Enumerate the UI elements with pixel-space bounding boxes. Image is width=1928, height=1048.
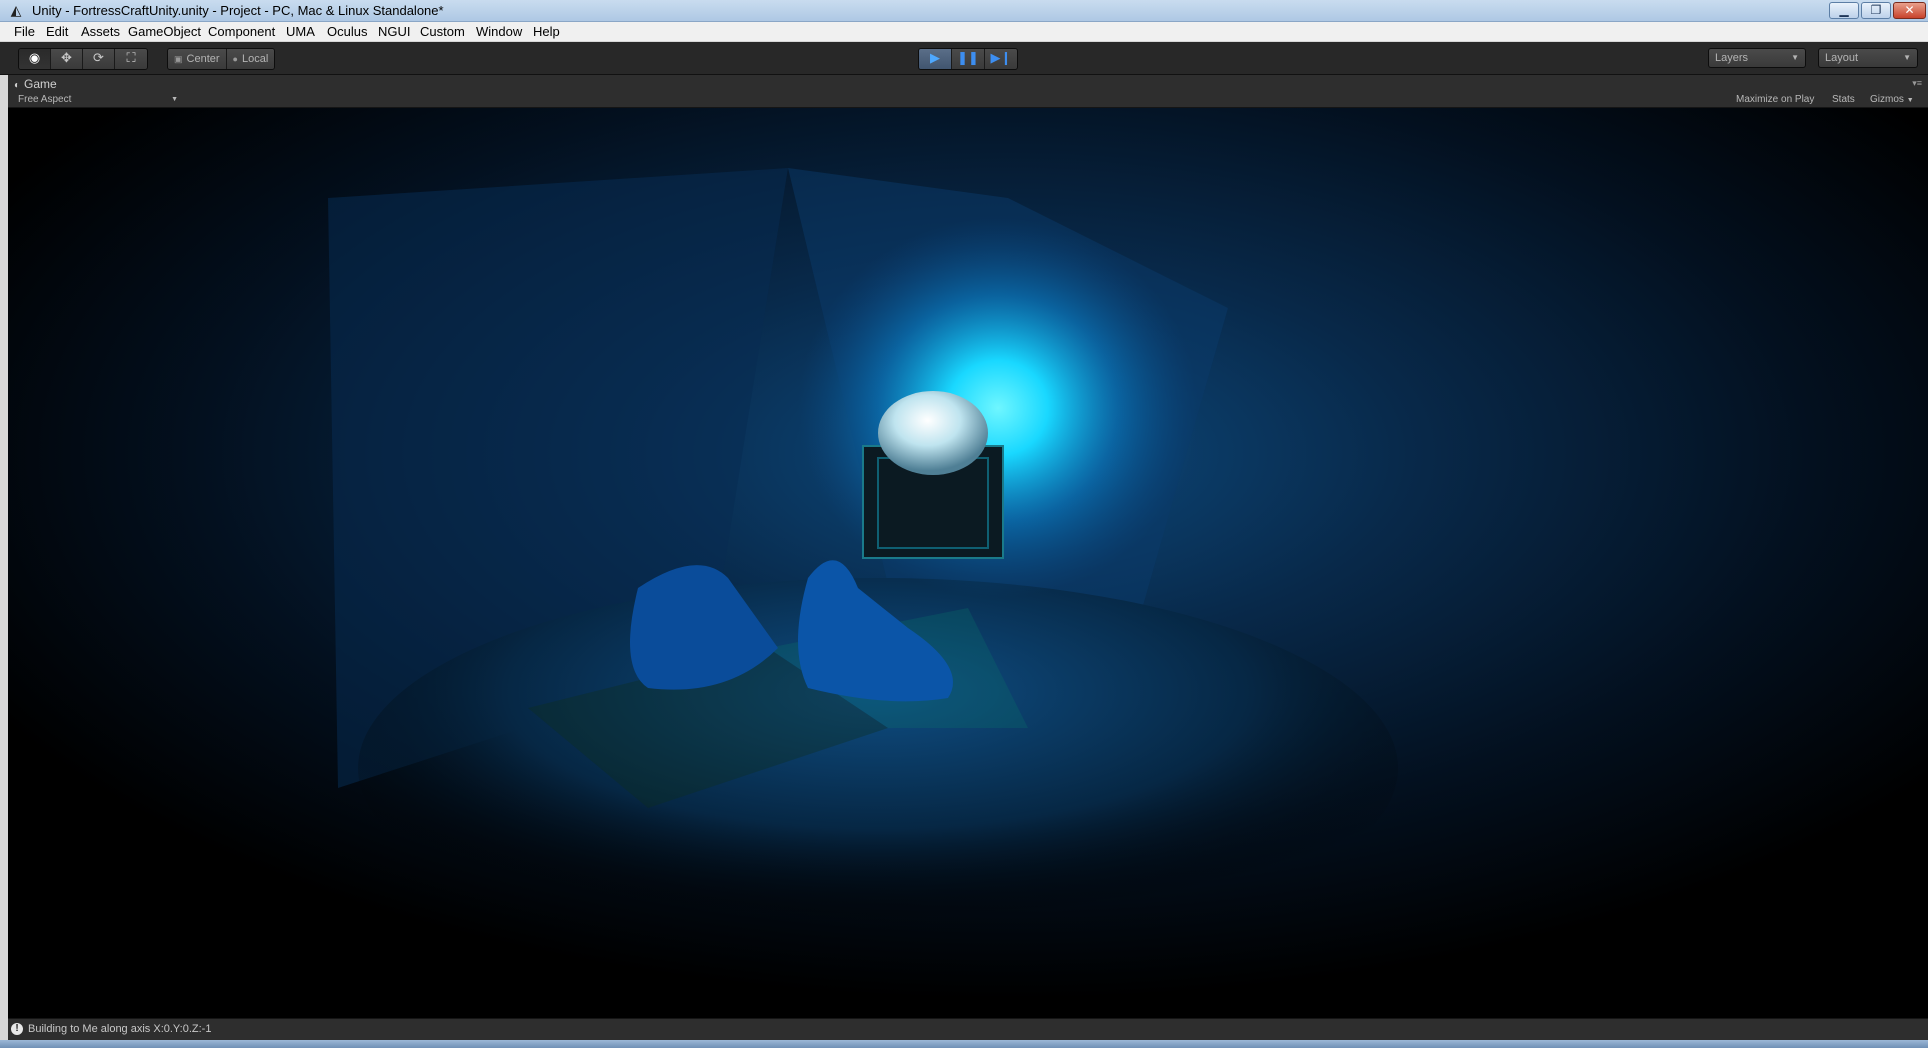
game-tab-icon: ◐ [14,80,21,91]
gizmos-dropdown[interactable]: Gizmos ▼ [1870,94,1914,107]
left-strip [0,75,8,1040]
toolbar: ◉ ✥ ⟳ ⛶ ▣ Center ● Local ▶ ❚❚ ▶❙ Layers ▼ … [0,42,1928,75]
chevron-down-icon: ▼ [171,96,178,103]
pivot-local-icon: ● [232,54,238,64]
scale-icon[interactable]: ⛶ [115,49,147,69]
layout-label: Layout [1825,52,1859,64]
gizmos-label: Gizmos [1870,94,1904,105]
minimize-button[interactable]: ▁ [1829,2,1859,19]
aspect-label: Free Aspect [18,94,72,105]
menu-component[interactable]: Component [208,24,275,39]
tab-game-label: Game [24,77,57,91]
os-taskbar [0,1040,1928,1048]
layers-dropdown[interactable]: Layers ▼ [1708,48,1806,68]
close-button[interactable]: ✕ [1893,2,1926,19]
title-bar: ◭ Unity - FortressCraftUnity.unity - Pro… [0,0,1928,22]
transform-tools: ◉ ✥ ⟳ ⛶ [18,48,148,70]
menu-assets[interactable]: Assets [81,24,120,39]
menu-help[interactable]: Help [533,24,560,39]
pivot-center-label: Center [186,53,220,65]
pivot-local-label: Local [241,53,269,65]
menu-uma[interactable]: UMA [286,24,315,39]
game-view[interactable] [8,108,1928,1018]
chevron-down-icon: ▼ [1906,97,1914,104]
menu-oculus[interactable]: Oculus [327,24,367,39]
layout-dropdown[interactable]: Layout ▼ [1818,48,1918,68]
menu-edit[interactable]: Edit [46,24,68,39]
pause-icon[interactable]: ❚❚ [952,49,985,69]
play-controls: ▶ ❚❚ ▶❙ [918,48,1018,70]
menu-window[interactable]: Window [476,24,522,39]
game-panel-header: ◐ Game Free Aspect ▼ ▾≡ Maximize on Play … [8,75,1928,108]
pivot-toggles: ▣ Center ● Local [167,48,276,70]
pivot-center-icon: ▣ [174,54,183,64]
status-message: Building to Me along axis X:0.Y:0.Z:-1 [28,1023,212,1035]
menu-gameobject[interactable]: GameObject [128,24,201,39]
eye-icon[interactable]: ◉ [19,49,51,69]
machine-dome [878,391,988,475]
chevron-down-icon: ▼ [1903,53,1911,62]
menu-ngui[interactable]: NGUI [378,24,411,39]
chevron-down-icon: ▼ [1791,53,1799,62]
layers-label: Layers [1715,52,1749,64]
play-icon[interactable]: ▶ [919,49,952,69]
pivot-local-button[interactable]: ● Local [226,49,275,69]
panel-menu-icon[interactable]: ▾≡ [1912,78,1922,89]
menu-custom[interactable]: Custom [420,24,465,39]
window-title: Unity - FortressCraftUnity.unity - Proje… [32,3,444,18]
scene-render [8,108,1928,1018]
menu-file[interactable]: File [14,24,35,39]
pivot-center-button[interactable]: ▣ Center [168,49,227,69]
rotate-icon[interactable]: ⟳ [83,49,115,69]
tab-game[interactable]: ◐ Game [14,77,57,91]
unity-logo-icon: ◭ [10,3,22,19]
menu-bar: File Edit Assets GameObject Component UM… [0,22,1928,42]
info-icon: ! [11,1023,23,1035]
aspect-dropdown[interactable]: Free Aspect ▼ [18,94,178,106]
maximize-on-play-toggle[interactable]: Maximize on Play [1736,94,1814,106]
maximize-button[interactable]: ❐ [1861,2,1891,19]
step-icon[interactable]: ▶❙ [985,49,1017,69]
status-bar: ! Building to Me along axis X:0.Y:0.Z:-1 [8,1018,1928,1040]
stats-toggle[interactable]: Stats [1832,94,1855,106]
move-icon[interactable]: ✥ [51,49,83,69]
